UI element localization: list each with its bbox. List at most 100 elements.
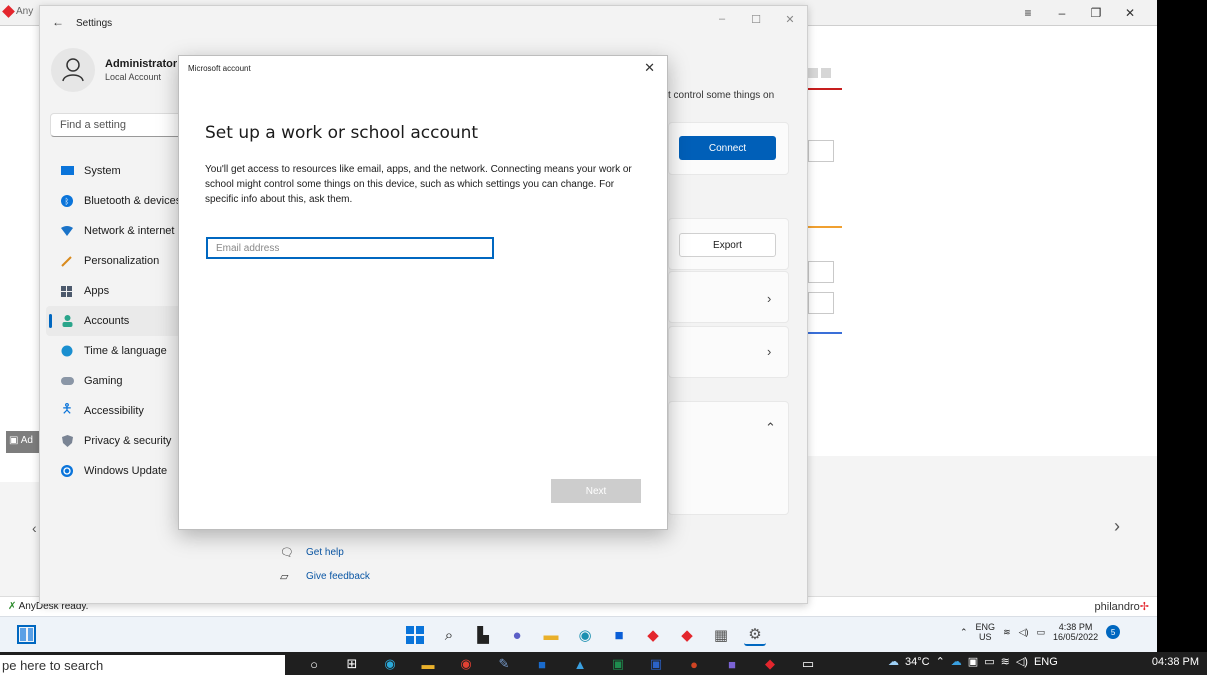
notification-badge[interactable]: 5 xyxy=(1106,625,1121,639)
calculator-icon[interactable]: ▦ xyxy=(710,624,732,646)
chevron-up-icon[interactable]: ⌃ xyxy=(936,655,945,668)
task-view-icon[interactable]: ▙ xyxy=(472,624,494,646)
nav-item-privacy[interactable]: Privacy & security xyxy=(46,426,186,456)
apps-icon xyxy=(60,284,74,298)
connect-button[interactable]: Connect xyxy=(679,136,776,160)
store-icon[interactable]: ■ xyxy=(608,624,630,646)
give-feedback-link[interactable]: ▱ Give feedback xyxy=(280,564,370,588)
edge-icon[interactable]: ◉ xyxy=(574,624,596,646)
chevron-left-icon[interactable]: ‹ xyxy=(32,520,37,536)
close-button[interactable]: ✕ xyxy=(773,8,807,30)
monitor-icon xyxy=(60,164,74,178)
nav-item-time-language[interactable]: Time & language xyxy=(46,336,186,366)
excel-icon[interactable]: ▣ xyxy=(604,654,632,674)
language-indicator[interactable]: ENG xyxy=(1034,656,1058,668)
language-indicator[interactable]: ENG US xyxy=(976,622,996,642)
volume-icon[interactable]: ◁) xyxy=(1019,627,1029,638)
get-help-link[interactable]: 🗨 Get help xyxy=(280,540,370,564)
chevron-right-icon: › xyxy=(767,291,772,306)
settings-gear-icon[interactable]: ⚙ xyxy=(744,624,766,646)
nav-item-accounts[interactable]: Accounts xyxy=(46,306,186,336)
nav-item-accessibility[interactable]: 🯅 Accessibility xyxy=(46,396,186,426)
word-icon[interactable]: ▣ xyxy=(642,654,670,674)
taskview-icon[interactable] xyxy=(17,625,36,644)
dialog-description: You'll get access to resources like emai… xyxy=(205,164,632,205)
terminal-icon[interactable]: ▭ xyxy=(794,654,822,674)
menu-icon[interactable]: ≡ xyxy=(1011,4,1045,22)
maximize-button[interactable]: ☐ xyxy=(739,8,773,30)
clock[interactable]: 4:38 PM 16/05/2022 xyxy=(1053,622,1098,642)
battery-icon[interactable]: ▭ xyxy=(1037,627,1046,638)
black-border xyxy=(1157,0,1207,652)
nav-item-bluetooth[interactable]: ᛒ Bluetooth & devices xyxy=(46,186,186,216)
philandro-logo: philandro✢ xyxy=(1095,600,1149,613)
minimize-button[interactable]: – xyxy=(705,8,739,30)
dialog-heading: Set up a work or school account xyxy=(205,123,479,143)
photos-icon[interactable]: ▲ xyxy=(566,654,594,674)
anydesk-side-icon: ▣ xyxy=(9,435,21,446)
wifi-icon[interactable]: ≋ xyxy=(1001,655,1010,668)
cortana-icon[interactable]: ○ xyxy=(300,654,328,674)
nav-label: Accounts xyxy=(84,315,130,327)
temperature[interactable]: 34°C xyxy=(905,656,930,668)
divider xyxy=(808,226,842,228)
anydesk-icon[interactable]: ◆ xyxy=(642,624,664,646)
volume-icon[interactable]: ◁) xyxy=(1016,655,1028,668)
wifi-icon xyxy=(60,224,74,238)
chevron-up-icon[interactable]: ⌃ xyxy=(960,627,968,638)
nav-item-personalization[interactable]: Personalization xyxy=(46,246,186,276)
nav-item-system[interactable]: System xyxy=(46,156,186,186)
anydesk-tab[interactable]: Any xyxy=(2,5,33,18)
nav-label: System xyxy=(84,165,121,177)
local-clock[interactable]: 04:38 PM xyxy=(1152,656,1199,668)
close-icon[interactable]: ✕ xyxy=(1113,4,1147,22)
notes-icon[interactable]: ✎ xyxy=(490,654,518,674)
nav-item-windows-update[interactable]: Windows Update xyxy=(46,456,186,486)
chevron-up-icon[interactable]: ⌃ xyxy=(765,420,776,436)
edge-icon[interactable]: ◉ xyxy=(376,654,404,674)
chevron-right-icon[interactable]: › xyxy=(1114,516,1120,537)
teams-icon[interactable]: ■ xyxy=(718,654,746,674)
onedrive-icon[interactable]: ☁ xyxy=(951,655,962,668)
back-arrow-icon[interactable]: ← xyxy=(52,15,64,29)
settings-titlebar: ← Settings – ☐ ✕ xyxy=(40,6,807,40)
email-field[interactable] xyxy=(206,237,494,259)
clock-time: 4:38 PM xyxy=(1058,622,1093,632)
weather-icon[interactable]: ☁ xyxy=(888,655,899,668)
minimize-icon[interactable]: – xyxy=(1045,4,1079,22)
network-icon[interactable]: ▣ xyxy=(968,655,978,668)
export-button[interactable]: Export xyxy=(679,233,776,257)
battery-icon[interactable]: ▭ xyxy=(984,655,994,668)
wifi-icon[interactable]: ≋ xyxy=(1003,627,1011,638)
related-settings-card xyxy=(668,401,789,515)
restore-icon[interactable]: ❐ xyxy=(1079,4,1113,22)
chat-icon[interactable]: ● xyxy=(506,624,528,646)
chrome-icon[interactable]: ◉ xyxy=(452,654,480,674)
person-icon xyxy=(60,314,74,328)
nav-label: Apps xyxy=(84,285,110,297)
social-icon xyxy=(821,68,831,78)
social-icons xyxy=(808,68,831,78)
nav-item-apps[interactable]: Apps xyxy=(46,276,186,306)
task-view-icon[interactable]: ⊞ xyxy=(338,654,366,674)
anydesk-icon[interactable]: ◆ xyxy=(756,654,784,674)
close-icon[interactable]: ✕ xyxy=(644,60,655,76)
background-panel xyxy=(808,456,1157,596)
file-explorer-icon[interactable]: ▬ xyxy=(414,654,442,674)
nav-item-gaming[interactable]: Gaming xyxy=(46,366,186,396)
next-button[interactable]: Next xyxy=(551,479,641,503)
outlook-icon[interactable]: ■ xyxy=(528,654,556,674)
nav-item-network[interactable]: Network & internet xyxy=(46,216,186,246)
powerpoint-icon[interactable]: ● xyxy=(680,654,708,674)
brand-mark-icon: ✢ xyxy=(1139,601,1149,613)
brand-text: philandro xyxy=(1094,601,1140,613)
status-icon: ✗ xyxy=(8,601,19,612)
anydesk-icon[interactable]: ◆ xyxy=(676,624,698,646)
accessibility-icon: 🯅 xyxy=(61,401,73,416)
divider xyxy=(808,88,842,90)
search-icon[interactable]: ⌕ xyxy=(438,624,460,646)
bluetooth-icon: ᛒ xyxy=(60,194,74,208)
windows-start-icon[interactable] xyxy=(404,624,426,646)
file-explorer-icon[interactable]: ▬ xyxy=(540,624,562,646)
search-input[interactable]: pe here to search xyxy=(0,655,285,675)
